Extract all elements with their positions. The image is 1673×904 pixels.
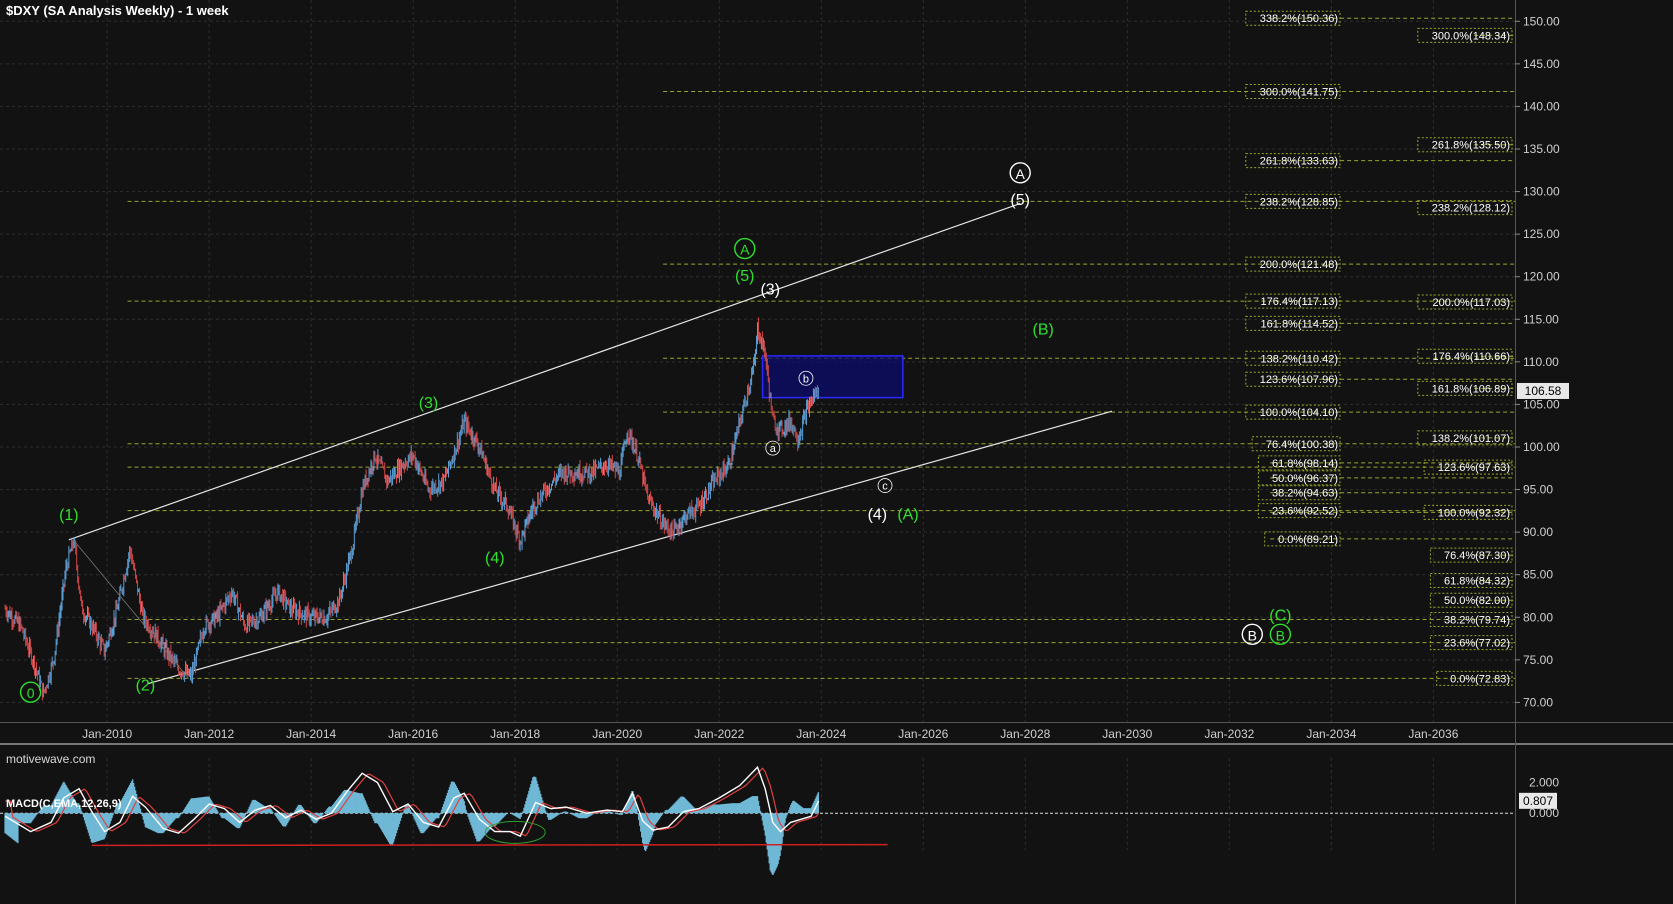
chart-title: $DXY (SA Analysis Weekly) - 1 week [6, 3, 229, 18]
wave-label: A [740, 242, 750, 258]
fib-label: 238.2%(128.12) [1432, 203, 1510, 215]
target-zone-box [761, 355, 904, 399]
fib-label: 161.8%(106.89) [1432, 383, 1510, 395]
fib-label: 123.6%(107.96) [1260, 374, 1338, 386]
wave-label: B [1276, 627, 1285, 643]
macd-title: MACD(C,EMA,12,26,9) [6, 798, 122, 810]
fib-label: 61.8%(84.32) [1444, 575, 1510, 587]
price-tick-label: 110.00 [1523, 355, 1559, 369]
price-tick-label: 95.00 [1523, 483, 1553, 497]
divergence-line [91, 843, 888, 847]
wave-label: B [1248, 627, 1257, 643]
fib-label: 338.2%(150.36) [1260, 13, 1338, 25]
time-tick-label: Jan-2036 [1408, 727, 1458, 741]
fib-label: 138.2%(110.42) [1261, 353, 1338, 365]
time-tick-label: Jan-2024 [796, 727, 846, 741]
wave-label: (4) [868, 506, 888, 523]
fib-label: 38.2%(94.63) [1272, 488, 1338, 500]
price-tick-label: 75.00 [1523, 653, 1553, 667]
fib-label: 38.2%(79.74) [1444, 614, 1510, 626]
fib-label: 123.6%(97.63) [1438, 462, 1510, 474]
last-price-label: 106.58 [1525, 384, 1562, 398]
fib-label: 23.6%(92.52) [1272, 506, 1338, 518]
macd-last-label: 0.807 [1523, 794, 1553, 808]
wave-label: c [882, 481, 888, 493]
wave-label: (3) [419, 395, 439, 412]
fib-label: 261.8%(135.50) [1432, 140, 1510, 152]
fib-label: 161.8%(114.52) [1261, 318, 1338, 330]
price-tick-label: 120.00 [1523, 270, 1560, 284]
price-tick-label: 140.00 [1523, 99, 1560, 113]
time-tick-label: Jan-2020 [592, 727, 642, 741]
price-tick-label: 80.00 [1523, 610, 1553, 624]
price-tick-label: 105.00 [1523, 397, 1560, 411]
wave-label: b [803, 373, 809, 385]
fib-label: 76.4%(87.30) [1444, 550, 1510, 562]
wave-label: (4) [485, 550, 505, 567]
wave-label: (C) [1269, 608, 1291, 625]
time-tick-label: Jan-2028 [1000, 727, 1050, 741]
fib-label: 76.4%(100.38) [1266, 439, 1338, 451]
time-tick-label: Jan-2034 [1306, 727, 1356, 741]
wave-label: (5) [735, 268, 755, 285]
wave-label: (3) [760, 282, 780, 299]
price-tick-label: 70.00 [1523, 695, 1553, 709]
time-tick-label: Jan-2022 [694, 727, 744, 741]
dxy-chart: 338.2%(150.36) 300.0%(148.34) 300.0%(141.7… [0, 0, 1673, 904]
price-tick-label: 90.00 [1523, 525, 1553, 539]
fib-label: 61.8%(98.14) [1272, 458, 1338, 470]
wave-label: 0 [27, 685, 35, 701]
watermark: motivewave.com [6, 752, 96, 766]
fib-label: 0.0%(89.21) [1278, 534, 1338, 546]
time-tick-label: Jan-2016 [388, 727, 438, 741]
macd-tick-label: 2.000 [1529, 776, 1559, 790]
fib-label: 176.4%(110.66) [1433, 351, 1510, 363]
time-tick-label: Jan-2030 [1102, 727, 1152, 741]
fib-label: 200.0%(117.03) [1433, 297, 1510, 309]
price-tick-label: 85.00 [1523, 568, 1553, 582]
wave-label: (5) [1010, 192, 1030, 209]
price-tick-label: 115.00 [1523, 312, 1559, 326]
fib-label: 138.2%(101.07) [1432, 433, 1510, 445]
fib-label: 100.0%(104.10) [1260, 407, 1338, 419]
time-tick-label: Jan-2012 [184, 727, 234, 741]
fib-label: 100.0%(92.32) [1438, 507, 1510, 519]
price-tick-label: 130.00 [1523, 185, 1560, 199]
price-tick-label: 150.00 [1523, 14, 1560, 28]
fib-label: 300.0%(148.34) [1432, 30, 1510, 42]
wave-label: (1) [59, 507, 79, 524]
fib-label: 238.2%(128.85) [1260, 196, 1338, 208]
time-tick-label: Jan-2026 [898, 727, 948, 741]
wave-label: (A) [897, 506, 918, 523]
time-tick-label: Jan-2032 [1204, 727, 1254, 741]
price-tick-label: 135.00 [1523, 142, 1560, 156]
price-tick-label: 100.00 [1523, 440, 1560, 454]
wave-label: (B) [1032, 322, 1053, 339]
target-box [761, 355, 904, 399]
time-tick-label: Jan-2014 [286, 727, 336, 741]
price-tick-label: 125.00 [1523, 227, 1560, 241]
fib-label: 176.4%(117.13) [1261, 296, 1338, 308]
wave-label: (2) [136, 677, 156, 694]
fib-label: 50.0%(82.00) [1444, 595, 1510, 607]
fib-label: 261.8%(133.63) [1260, 156, 1338, 168]
fib-label: 50.0%(96.37) [1272, 473, 1338, 485]
price-tick-label: 145.00 [1523, 57, 1560, 71]
time-tick-label: Jan-2010 [82, 727, 132, 741]
fib-label: 0.0%(72.83) [1450, 673, 1510, 685]
time-tick-label: Jan-2018 [490, 727, 540, 741]
fib-label: 23.6%(77.02) [1444, 638, 1510, 650]
fib-label: 300.0%(141.75) [1260, 87, 1338, 99]
wave-label: A [1016, 166, 1026, 182]
fib-label: 200.0%(121.48) [1260, 259, 1338, 271]
wave-label: a [770, 443, 777, 455]
